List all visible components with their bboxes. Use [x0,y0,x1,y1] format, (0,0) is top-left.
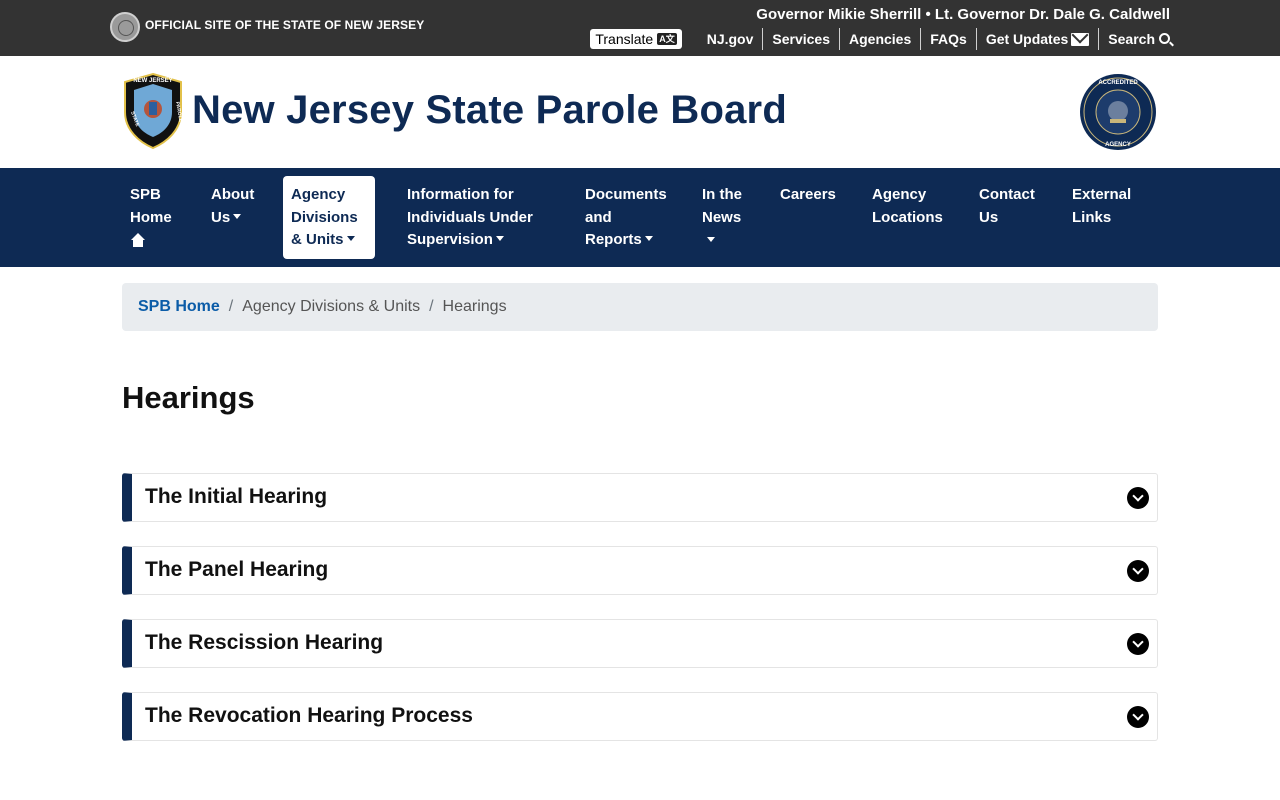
nav-item-label: In the News [702,186,742,226]
nj-gov-label: NJ.gov [706,31,754,47]
nav-item-label: Information for Individuals Under Superv… [407,186,533,248]
get-updates-link[interactable]: Get Updates [975,28,1098,50]
translate-button[interactable]: Translate A文 [590,29,682,49]
accordion-title: The Panel Hearing [145,558,329,581]
nav-item-in-the-news[interactable]: In the News [694,176,756,250]
site-title[interactable]: New Jersey State Parole Board [192,88,787,133]
nav-item-label: Careers [780,186,836,203]
translate-label: Translate [595,31,654,47]
nav-item-external-links[interactable]: External Links [1064,176,1144,237]
nav-item-spb-home[interactable]: SPB Home [122,176,182,255]
accreditation-seal-logo: ACCREDITED AGENCY [1080,74,1156,150]
caret-down-icon [346,236,355,241]
badge-top-text: NEW JERSEY [133,78,172,84]
governor-text: Governor Mikie Sherrill • Lt. Governor D… [756,6,1170,23]
accordion-title: The Revocation Hearing Process [145,704,473,727]
search-link[interactable]: Search [1098,28,1170,50]
services-link[interactable]: Services [762,28,839,50]
parole-board-badge-logo[interactable]: NEW JERSEY STATE PAROLE [122,72,184,150]
nj-state-seal-icon [110,12,140,42]
accordion-title: The Rescission Hearing [145,631,384,654]
nav-item-agency-locations[interactable]: Agency Locations [864,176,954,237]
accordion-item-initial-hearing[interactable]: The Initial Hearing [122,473,1158,522]
nj-gov-link[interactable]: NJ.gov [698,28,763,50]
nav-item-label: Contact Us [979,186,1035,226]
accreditation-top-text: ACCREDITED [1098,80,1138,86]
faqs-label: FAQs [930,31,967,47]
breadcrumb: SPB Home / Agency Divisions & Units / He… [122,283,1158,331]
nav-item-label: About Us [211,186,255,226]
nav-item-agency-divisions[interactable]: Agency Divisions & Units [283,176,375,259]
nav-item-information-individuals[interactable]: Information for Individuals Under Superv… [399,176,559,260]
official-site-text: OFFICIAL SITE OF THE STATE OF NEW JERSEY [145,18,425,32]
breadcrumb-current: Hearings [442,298,507,315]
nav-item-contact-us[interactable]: Contact Us [971,176,1051,237]
home-icon [130,233,146,247]
breadcrumb-separator: / [429,298,434,315]
breadcrumb-separator: / [228,298,234,315]
caret-down-icon [644,236,653,241]
nav-item-careers[interactable]: Careers [772,176,852,215]
chevron-down-circle-icon[interactable] [1127,560,1149,582]
state-bar: OFFICIAL SITE OF THE STATE OF NEW JERSEY… [0,0,1280,56]
chevron-down-circle-icon[interactable] [1127,706,1149,728]
get-updates-label: Get Updates [985,31,1069,47]
breadcrumb-section: Agency Divisions & Units [242,298,421,315]
nav-item-documents-reports[interactable]: Documents and Reports [577,176,677,260]
state-links: Translate A文 NJ.gov Services Agencies FA… [590,28,1170,50]
agencies-link[interactable]: Agencies [839,28,920,50]
accordion-item-rescission-hearing[interactable]: The Rescission Hearing [122,619,1158,668]
nav-item-label: Agency Locations [872,186,943,226]
search-label: Search [1108,31,1155,47]
breadcrumb-home-link[interactable]: SPB Home [138,298,220,316]
services-label: Services [772,31,830,47]
main-navigation: SPB Home About Us Agency Divisions & Uni… [0,168,1280,267]
caret-down-icon [233,213,242,219]
agencies-label: Agencies [849,31,912,47]
accordion-item-panel-hearing[interactable]: The Panel Hearing [122,546,1158,595]
chevron-down-circle-icon[interactable] [1127,633,1149,655]
envelope-icon [1071,32,1090,46]
nav-item-label: Documents and Reports [585,186,667,248]
chevron-down-circle-icon[interactable] [1127,487,1149,509]
nav-item-label: External Links [1072,186,1132,226]
accordion-title: The Initial Hearing [145,485,328,508]
accordion-item-revocation-hearing[interactable]: The Revocation Hearing Process [122,692,1158,741]
page-title: Hearings [122,380,255,415]
translate-icon: A文 [657,33,677,45]
nav-item-label: SPB Home [130,186,172,226]
accreditation-bottom-text: AGENCY [1105,142,1131,148]
faqs-link[interactable]: FAQs [920,28,976,50]
search-icon [1159,32,1170,44]
caret-down-icon [707,237,715,242]
caret-down-icon [495,236,504,241]
nav-item-about-us[interactable]: About Us [203,176,263,237]
